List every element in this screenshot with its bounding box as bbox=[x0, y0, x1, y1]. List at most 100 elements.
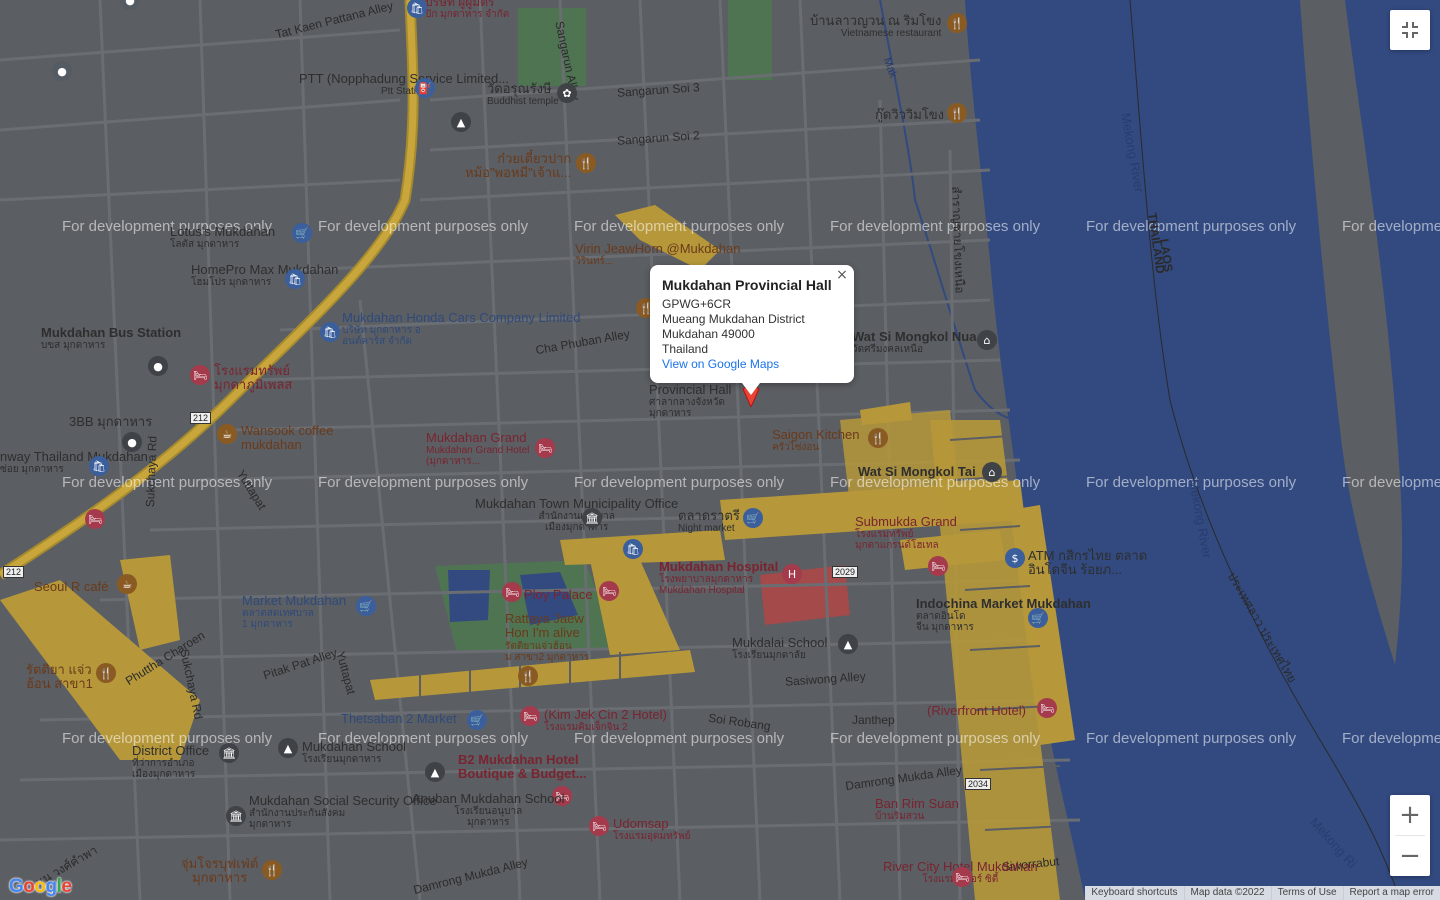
poi-label[interactable]: Rattaya Jaew Hon I'm alive รัตติยาแจ่วฮ้อ… bbox=[505, 611, 595, 662]
fullscreen-button[interactable] bbox=[1390, 10, 1430, 50]
government-pin-icon[interactable]: 🏛 bbox=[582, 508, 602, 528]
hotel-pin-icon[interactable]: 🛏 bbox=[928, 556, 948, 576]
cafe-pin-icon[interactable]: ☕ bbox=[217, 424, 237, 444]
poi-label[interactable]: ก๋วยเตี๋ยวปาก หม้อ"พอหมี"เจ้าแ... bbox=[465, 151, 571, 181]
zoom-in-button[interactable]: + bbox=[1390, 795, 1430, 835]
atm-pin-icon[interactable]: $ bbox=[1005, 548, 1025, 568]
location-pin-icon[interactable]: ● bbox=[148, 356, 168, 376]
poi-label[interactable]: วัดอรุณรังษี Buddhist temple bbox=[487, 81, 559, 107]
shop-pin-icon[interactable]: 🛒 bbox=[743, 508, 763, 528]
report-map-error-link[interactable]: Report a map error bbox=[1342, 886, 1440, 900]
poi-label[interactable]: Lotus's Mukdahan โลตัส มุกดาหาร bbox=[170, 224, 275, 250]
poi-label[interactable]: PTT (Nopphadung Service Limited... Ptt St… bbox=[299, 71, 509, 97]
poi-label[interactable]: Mukdahan Hospital โรงพยาบาลมุกดาหาร Mukdah… bbox=[659, 559, 778, 596]
poi-label[interactable]: ตลาดราตรี Night market bbox=[678, 508, 740, 534]
hotel-pin-icon[interactable]: 🛏 bbox=[599, 581, 619, 601]
poi-label[interactable]: Indochina Market Mukdahan ตลาดอินโด จีน มุ… bbox=[916, 596, 1091, 633]
poi-label[interactable]: Anuban Mukdahan School โรงเรียนอนุบาล มุกด… bbox=[412, 791, 565, 828]
address-line: Mukdahan 49000 bbox=[662, 327, 755, 341]
hotel-pin-icon[interactable]: 🛏 bbox=[589, 816, 609, 836]
temple-pin-icon[interactable]: ⌂ bbox=[982, 462, 1002, 482]
poi-label[interactable]: Saigon Kitchen ครัวไซ่ง่อน bbox=[772, 427, 859, 453]
poi-label[interactable]: กู๊ดวิววิมโขง bbox=[875, 107, 944, 122]
restaurant-pin-icon[interactable]: 🍴 bbox=[96, 663, 116, 683]
shop-pin-icon[interactable]: 🛒 bbox=[467, 710, 487, 730]
poi-label[interactable]: B2 Mukdahan Hotel Boutique & Budget... bbox=[458, 752, 587, 782]
poi-label[interactable]: nway Thailand Mukdahan ซ่อย มุกดาหาร bbox=[0, 449, 148, 475]
poi-label[interactable]: Mukdahan Social Security Office สำนักงานป… bbox=[249, 793, 437, 830]
temple-pin-icon[interactable]: ✿ bbox=[557, 83, 577, 103]
poi-label[interactable]: Ban Rim Suan บ้านริมสวน bbox=[875, 796, 959, 822]
poi-label[interactable]: Thetsaban 2 Market bbox=[341, 711, 457, 726]
dev-watermark-text: For development purposes only bbox=[1086, 730, 1297, 747]
close-icon[interactable]: × bbox=[834, 267, 850, 283]
map-canvas[interactable]: For development purposes only For develop… bbox=[0, 0, 1440, 900]
school-pin-icon[interactable]: ▲ bbox=[278, 738, 298, 758]
poi-label[interactable]: Market Mukdahan ตลาดสดเทศบาล 1 มุกดาหาร bbox=[242, 593, 346, 630]
zoom-out-button[interactable]: − bbox=[1390, 836, 1430, 876]
poi-label[interactable]: Seoul R café bbox=[34, 579, 108, 594]
cafe-pin-icon[interactable]: ☕ bbox=[117, 574, 137, 594]
poi-label[interactable]: Virin JeawHorn @Mukdahan วิรินทร์... bbox=[575, 241, 740, 267]
hotel-pin-icon[interactable]: 🛏 bbox=[85, 509, 105, 529]
dev-watermark-text: For development purposes only bbox=[1342, 218, 1440, 235]
shop-pin-icon[interactable]: 🛒 bbox=[1028, 608, 1048, 628]
hotel-pin-icon[interactable]: 🛏 bbox=[520, 706, 540, 726]
poi-label[interactable]: Mukdahan Honda Cars Company Limited บริษั… bbox=[342, 310, 580, 347]
keyboard-shortcuts-button[interactable]: Keyboard shortcuts bbox=[1085, 886, 1183, 900]
restaurant-pin-icon[interactable]: 🍴 bbox=[518, 666, 538, 686]
hotel-pin-icon[interactable]: 🛏 bbox=[952, 867, 972, 887]
shop-pin-icon[interactable]: 🛍 bbox=[623, 539, 643, 559]
poi-label[interactable]: Wansook coffee mukdahan bbox=[241, 423, 351, 453]
hospital-pin-icon[interactable]: H bbox=[782, 564, 802, 584]
restaurant-pin-icon[interactable]: 🍴 bbox=[947, 103, 967, 123]
temple-pin-icon[interactable]: ⌂ bbox=[977, 330, 997, 350]
restaurant-pin-icon[interactable]: 🍴 bbox=[947, 13, 967, 33]
poi-label[interactable]: Submukda Grand โรงแรมทรัพย์ มุกดาแกรนด์โฮเ… bbox=[855, 514, 957, 551]
fuel-pin-icon[interactable]: ⛽ bbox=[415, 78, 435, 98]
poi-label[interactable]: โรงแรมทรัพย์ มุกดาภูมิเพลส bbox=[214, 363, 292, 393]
poi-label[interactable]: District Office ที่ว่าการอำเภอ เมืองมุกดาห… bbox=[132, 743, 209, 780]
poi-label[interactable]: Provincial Hall ศาลากลางจังหวัด มุกดาหาร bbox=[649, 382, 731, 419]
poi-label[interactable]: Wat Si Mongkol Nua วัดศรีมงคลเหนือ bbox=[852, 329, 976, 355]
poi-label[interactable]: บ้านลาวญวน ณ ริมโขง Vietnamese restaurant bbox=[810, 13, 941, 39]
poi-label[interactable]: Mukdalai School โรงเรียนมุกดาลัย bbox=[732, 635, 827, 661]
poi-label[interactable]: Ploy Palace bbox=[524, 587, 593, 602]
poi-label[interactable]: บริษัท ผู้ผูมตร ปัก มุกดาหาร จำกัด bbox=[425, 0, 509, 20]
poi-label[interactable]: Udomsap โรงแรมอุดมทรัพย์ bbox=[613, 816, 691, 842]
school-pin-icon[interactable]: ▲ bbox=[425, 762, 445, 782]
shop-pin-icon[interactable]: 🛍 bbox=[285, 269, 305, 289]
poi-label[interactable]: รัตติยา แจ่ว ฮ้อน สาขา1 bbox=[26, 662, 93, 692]
hotel-pin-icon[interactable]: 🛏 bbox=[190, 365, 210, 385]
hotel-pin-icon[interactable]: 🛏 bbox=[502, 582, 522, 602]
view-on-google-maps-link[interactable]: View on Google Maps bbox=[662, 357, 842, 372]
shop-pin-icon[interactable]: 🛍 bbox=[89, 456, 109, 476]
restaurant-pin-icon[interactable]: 🍴 bbox=[262, 860, 282, 880]
poi-label[interactable]: HomePro Max Mukdahan โฮมโปร มุกดาหาร bbox=[191, 262, 338, 288]
poi-label[interactable]: ATM กสิกรไทย ตลาด อินโดจีน ร้อยภ... bbox=[1028, 548, 1147, 578]
terms-of-use-link[interactable]: Terms of Use bbox=[1270, 886, 1343, 900]
restaurant-pin-icon[interactable]: 🍴 bbox=[576, 153, 596, 173]
government-pin-icon[interactable]: 🏛 bbox=[219, 743, 239, 763]
poi-label[interactable]: Mukdahan School โรงเรียนมุกดาหาร bbox=[302, 739, 406, 765]
restaurant-pin-icon[interactable]: 🍴 bbox=[868, 428, 888, 448]
poi-label[interactable]: (Kim Jek Cin 2 Hotel) โรงแรมคิมเจ็กจิน 2 bbox=[544, 707, 667, 733]
government-pin-icon[interactable]: 🏛 bbox=[226, 806, 246, 826]
poi-label[interactable]: 3BB มุกดาหาร bbox=[69, 414, 152, 429]
shop-pin-icon[interactable]: 🛒 bbox=[356, 596, 376, 616]
poi-label[interactable]: จุ่มโจรบุฟเฟ่ต์ มุกดาหาร bbox=[181, 856, 258, 886]
shop-pin-icon[interactable]: 🛍 bbox=[320, 322, 340, 342]
location-pin-icon[interactable]: ● bbox=[52, 61, 72, 81]
poi-label[interactable]: Mukdahan Bus Station บขส มุกดาหาร bbox=[41, 325, 181, 351]
shop-pin-icon[interactable]: 🛒 bbox=[292, 223, 312, 243]
poi-label[interactable]: (Riverfront Hotel) bbox=[927, 703, 1026, 718]
map-footer: Keyboard shortcuts Map data ©2022 Terms … bbox=[1085, 886, 1440, 900]
school-pin-icon[interactable]: ▲ bbox=[451, 112, 471, 132]
poi-label[interactable]: Mukdahan Grand Mukdahan Grand Hotel (มุกด… bbox=[426, 430, 536, 467]
hotel-pin-icon[interactable]: 🛏 bbox=[1037, 698, 1057, 718]
hotel-pin-icon[interactable]: 🛏 bbox=[535, 438, 555, 458]
poi-label[interactable]: Wat Si Mongkol Tai bbox=[858, 464, 976, 479]
poi-label[interactable]: Mukdahan Town Municipality Office สำนักงา… bbox=[475, 496, 678, 533]
school-pin-icon[interactable]: ▲ bbox=[838, 634, 858, 654]
google-logo[interactable]: Google bbox=[9, 876, 72, 898]
